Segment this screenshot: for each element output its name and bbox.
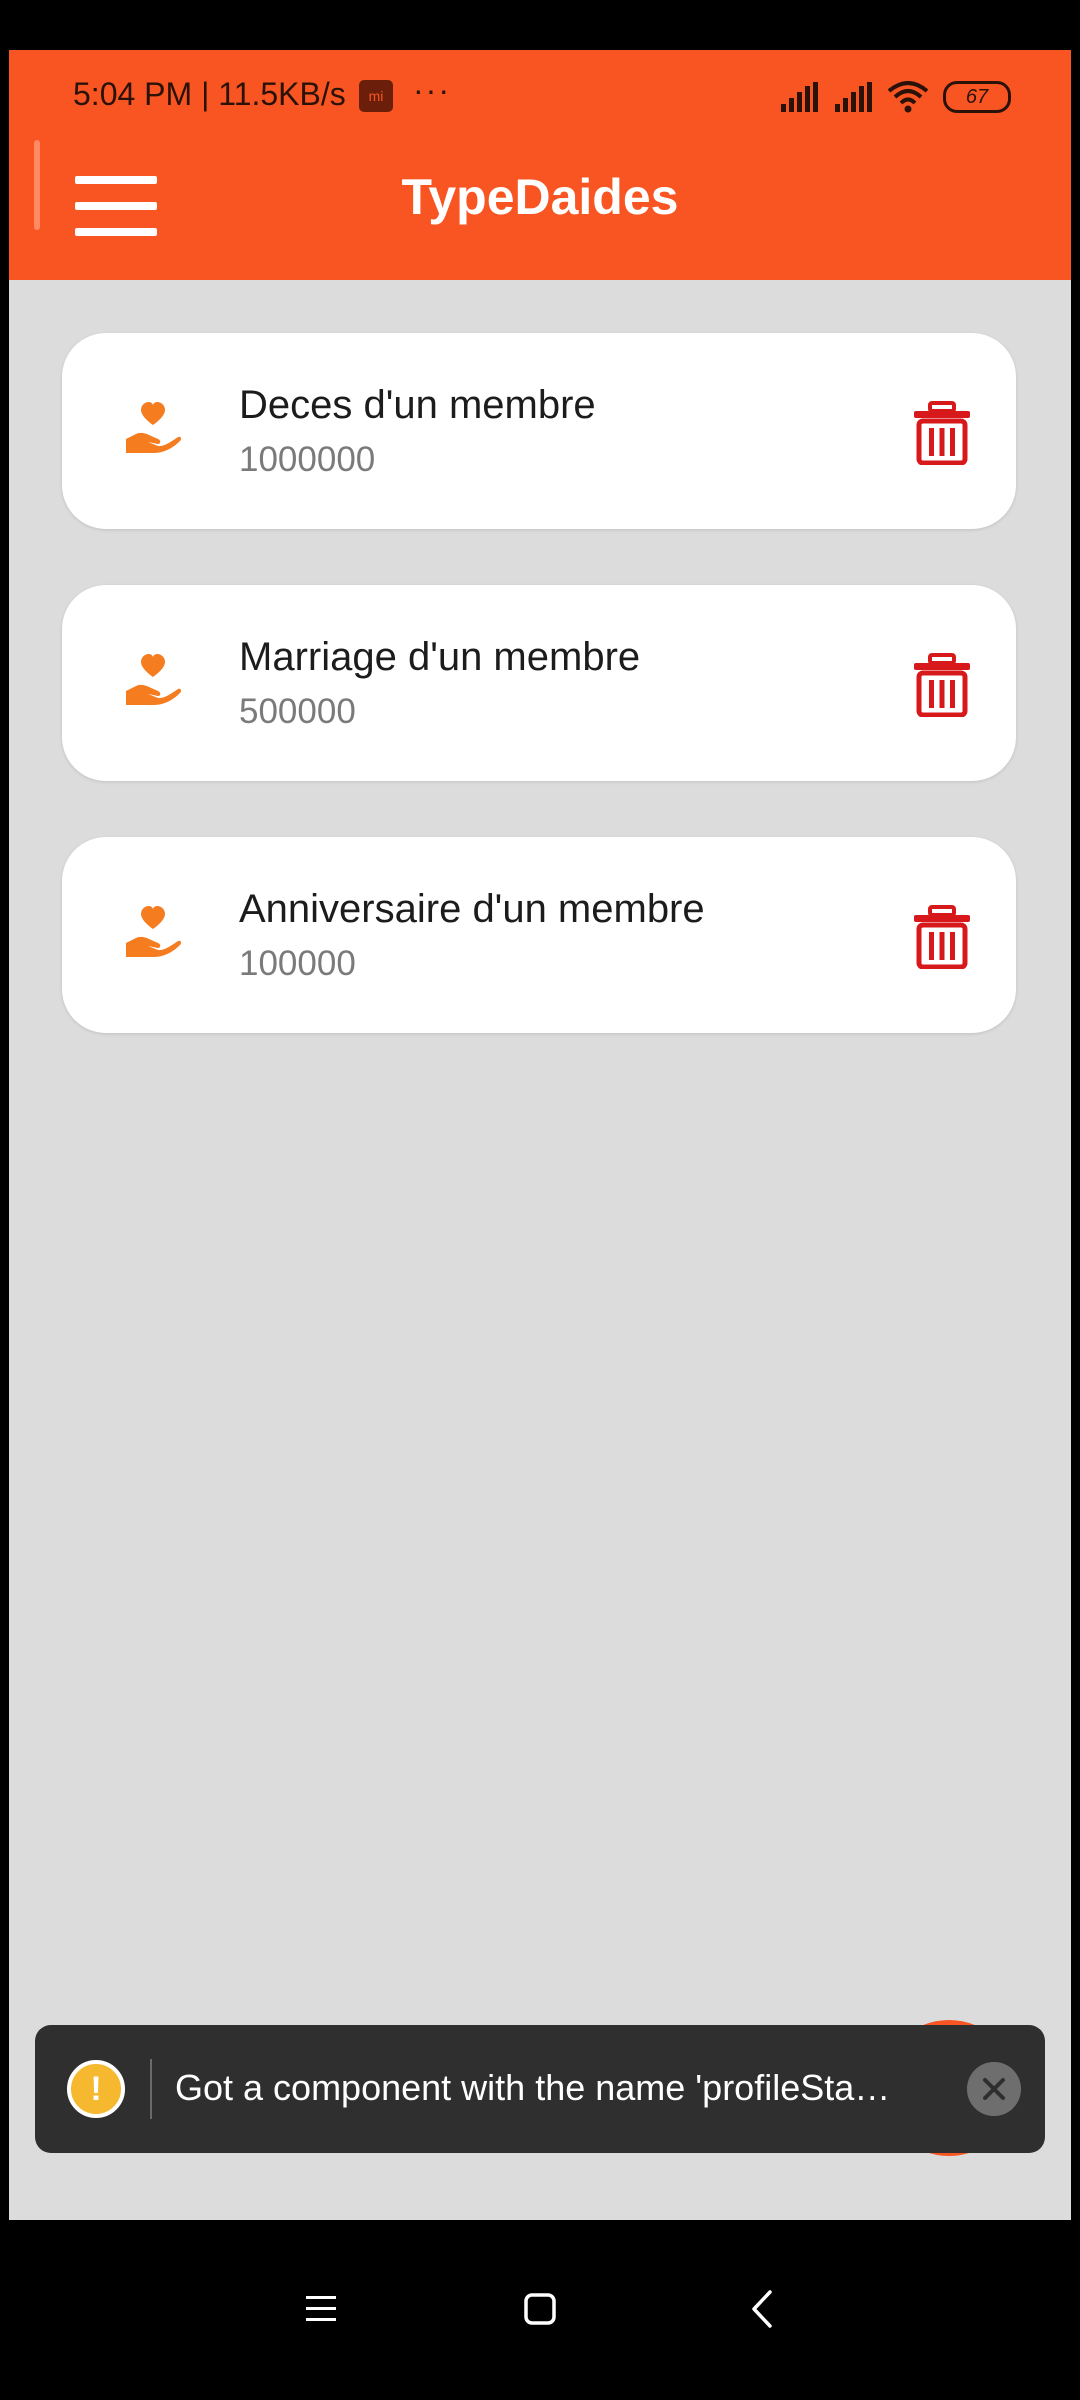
- status-bar: 5:04 PM | 11.5KB/s mi ··· 67: [9, 50, 1071, 150]
- more-notifications-icon: ···: [413, 72, 451, 108]
- trash-icon[interactable]: [912, 653, 972, 717]
- signal-icon: [835, 82, 872, 112]
- header: 5:04 PM | 11.5KB/s mi ··· 67 TypeDaides: [9, 50, 1071, 280]
- item-amount: 500000: [239, 692, 356, 731]
- item-title: Marriage d'un membre: [239, 635, 641, 679]
- drawer-edge-handle[interactable]: [34, 140, 40, 230]
- mi-store-notification-icon: mi: [359, 80, 393, 112]
- status-icons: 67: [779, 80, 1011, 114]
- recents-menu-icon[interactable]: [286, 2274, 356, 2344]
- wifi-icon: [887, 81, 929, 113]
- back-chevron-icon[interactable]: [728, 2274, 798, 2344]
- toast-message[interactable]: Got a component with the name 'profileSt…: [175, 2067, 955, 2109]
- page-title: TypeDaides: [401, 169, 679, 225]
- status-time: 5:04 PM | 11.5KB/s: [73, 76, 346, 112]
- trash-icon[interactable]: [912, 401, 972, 465]
- close-icon[interactable]: [967, 2062, 1021, 2116]
- list-item[interactable]: Marriage d'un membre 500000: [62, 585, 1016, 781]
- trash-icon[interactable]: [912, 905, 972, 969]
- home-square-icon[interactable]: [505, 2274, 575, 2344]
- hand-heart-icon: [126, 402, 182, 453]
- app-screen: 5:04 PM | 11.5KB/s mi ··· 67 TypeDaides …: [9, 50, 1071, 2220]
- app-bar: TypeDaides: [9, 150, 1071, 280]
- item-amount: 100000: [239, 944, 356, 983]
- list-item[interactable]: Anniversaire d'un membre 100000: [62, 837, 1016, 1033]
- battery-icon: 67: [943, 81, 1011, 113]
- item-title: Deces d'un membre: [239, 383, 596, 427]
- item-amount: 1000000: [239, 440, 376, 479]
- toast-divider: [150, 2059, 152, 2119]
- warning-toast[interactable]: ! Got a component with the name 'profile…: [35, 2025, 1045, 2153]
- signal-icon: [781, 82, 818, 112]
- hand-heart-icon: [126, 906, 182, 957]
- item-title: Anniversaire d'un membre: [239, 887, 705, 931]
- list-item[interactable]: Deces d'un membre 1000000: [62, 333, 1016, 529]
- hand-heart-icon: [126, 654, 182, 705]
- system-nav-bar: [0, 2220, 1080, 2400]
- warning-icon: !: [67, 2060, 125, 2118]
